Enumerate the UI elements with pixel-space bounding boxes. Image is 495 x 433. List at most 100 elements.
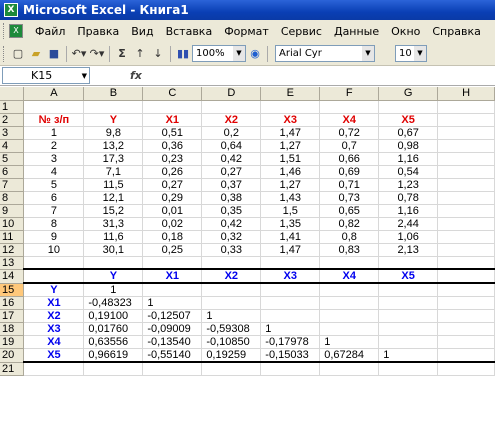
cell[interactable]	[142, 283, 203, 297]
cell[interactable]: 0,83	[319, 243, 380, 257]
menu-data[interactable]: Данные	[328, 25, 385, 38]
menu-file[interactable]: Файл	[29, 25, 71, 38]
cell[interactable]	[378, 362, 439, 376]
cell[interactable]: 0,65	[319, 204, 380, 218]
cell[interactable]: X4	[319, 113, 380, 127]
chevron-down-icon[interactable]: ▼	[233, 46, 245, 61]
select-all-corner[interactable]	[0, 87, 25, 101]
row-header[interactable]: 7	[0, 178, 25, 192]
row-header[interactable]: 5	[0, 152, 25, 166]
cell[interactable]	[437, 204, 495, 218]
row-header[interactable]: 17	[0, 309, 25, 323]
row-header[interactable]: 9	[0, 204, 25, 218]
cell[interactable]: 17,3	[83, 152, 144, 166]
cell[interactable]	[437, 269, 495, 284]
cell[interactable]: X2	[201, 269, 262, 284]
cell[interactable]: 7,1	[83, 165, 144, 179]
cell[interactable]	[437, 165, 495, 179]
cell[interactable]	[260, 256, 321, 270]
cell[interactable]	[437, 113, 495, 127]
cell[interactable]	[201, 362, 262, 376]
cell[interactable]	[437, 230, 495, 244]
cell[interactable]	[201, 296, 262, 310]
name-box[interactable]: K15 ▼	[2, 67, 90, 84]
cell[interactable]: 0,23	[142, 152, 203, 166]
row-header[interactable]: 21	[0, 362, 25, 376]
cell[interactable]: 0,42	[201, 217, 262, 231]
cell[interactable]	[142, 100, 203, 114]
save-icon[interactable]: ■	[46, 45, 62, 63]
cell[interactable]	[378, 256, 439, 270]
cell[interactable]	[378, 335, 439, 349]
cell[interactable]	[83, 100, 144, 114]
cell[interactable]: 0,32	[201, 230, 262, 244]
cell[interactable]: 0,2	[201, 126, 262, 140]
cell[interactable]: 31,3	[83, 217, 144, 231]
cell[interactable]: 9,8	[83, 126, 144, 140]
cell[interactable]: 0,71	[319, 178, 380, 192]
autosum-icon[interactable]: Σ	[114, 45, 130, 63]
cell[interactable]	[201, 256, 262, 270]
cell[interactable]: X1	[23, 296, 85, 310]
cell[interactable]	[437, 362, 495, 376]
cell[interactable]: 10	[23, 243, 85, 257]
cell[interactable]: 1	[142, 296, 203, 310]
cell[interactable]: 0,51	[142, 126, 203, 140]
cell[interactable]: 0,33	[201, 243, 262, 257]
font-size-select[interactable]: 10 ▼	[395, 45, 427, 62]
column-header-b[interactable]: B	[83, 87, 144, 101]
cell[interactable]: 0,38	[201, 191, 262, 205]
help-icon[interactable]: ◉	[247, 45, 263, 63]
cell[interactable]: 0,67284	[319, 348, 380, 363]
cell[interactable]: 0,37	[201, 178, 262, 192]
chevron-down-icon[interactable]: ▼	[414, 46, 426, 61]
cell[interactable]	[437, 348, 495, 363]
cell[interactable]: 11,5	[83, 178, 144, 192]
menu-grip[interactable]	[3, 23, 6, 39]
cell[interactable]	[83, 362, 144, 376]
row-header[interactable]: 13	[0, 256, 25, 270]
cell[interactable]	[437, 126, 495, 140]
cell[interactable]: 1,23	[378, 178, 439, 192]
cell[interactable]: 1,35	[260, 217, 321, 231]
menu-view[interactable]: Вид	[125, 25, 159, 38]
sort-ascending-icon[interactable]: ↑	[132, 45, 148, 63]
cell[interactable]: 6	[23, 191, 85, 205]
cell[interactable]: 4	[23, 165, 85, 179]
cell[interactable]: 13,2	[83, 139, 144, 153]
cell[interactable]: 0,82	[319, 217, 380, 231]
cell[interactable]: -0,13540	[142, 335, 203, 349]
chart-wizard-icon[interactable]: ▮▮	[175, 45, 191, 63]
cell[interactable]: 1	[378, 348, 439, 363]
cell[interactable]	[437, 256, 495, 270]
cell[interactable]: 2,13	[378, 243, 439, 257]
cell[interactable]: 1,06	[378, 230, 439, 244]
cell[interactable]: 0,78	[378, 191, 439, 205]
menu-edit[interactable]: Правка	[71, 25, 125, 38]
cell[interactable]: 1,16	[378, 152, 439, 166]
cell[interactable]: 0,29	[142, 191, 203, 205]
sort-descending-icon[interactable]: ↓	[150, 45, 166, 63]
cell[interactable]: -0,59308	[201, 322, 262, 336]
row-header[interactable]: 3	[0, 126, 25, 140]
fx-icon[interactable]: fx	[130, 69, 142, 82]
cell[interactable]: 0,27	[142, 178, 203, 192]
cell[interactable]	[260, 283, 321, 297]
cell[interactable]: 0,42	[201, 152, 262, 166]
row-header[interactable]: 12	[0, 243, 25, 257]
font-select[interactable]: Arial Cyr ▼	[275, 45, 375, 62]
cell[interactable]: 0,72	[319, 126, 380, 140]
column-header-a[interactable]: A	[23, 87, 85, 101]
cell[interactable]: 1	[319, 335, 380, 349]
cell[interactable]	[319, 100, 380, 114]
cell[interactable]	[437, 335, 495, 349]
cell[interactable]: 1,47	[260, 126, 321, 140]
row-header[interactable]: 10	[0, 217, 25, 231]
cell[interactable]: 1,51	[260, 152, 321, 166]
cell[interactable]	[378, 283, 439, 297]
row-header[interactable]: 18	[0, 322, 25, 336]
cell[interactable]: X3	[23, 322, 85, 336]
cell[interactable]: X1	[142, 113, 203, 127]
cell[interactable]: 0,19259	[201, 348, 262, 363]
cell[interactable]	[319, 296, 380, 310]
